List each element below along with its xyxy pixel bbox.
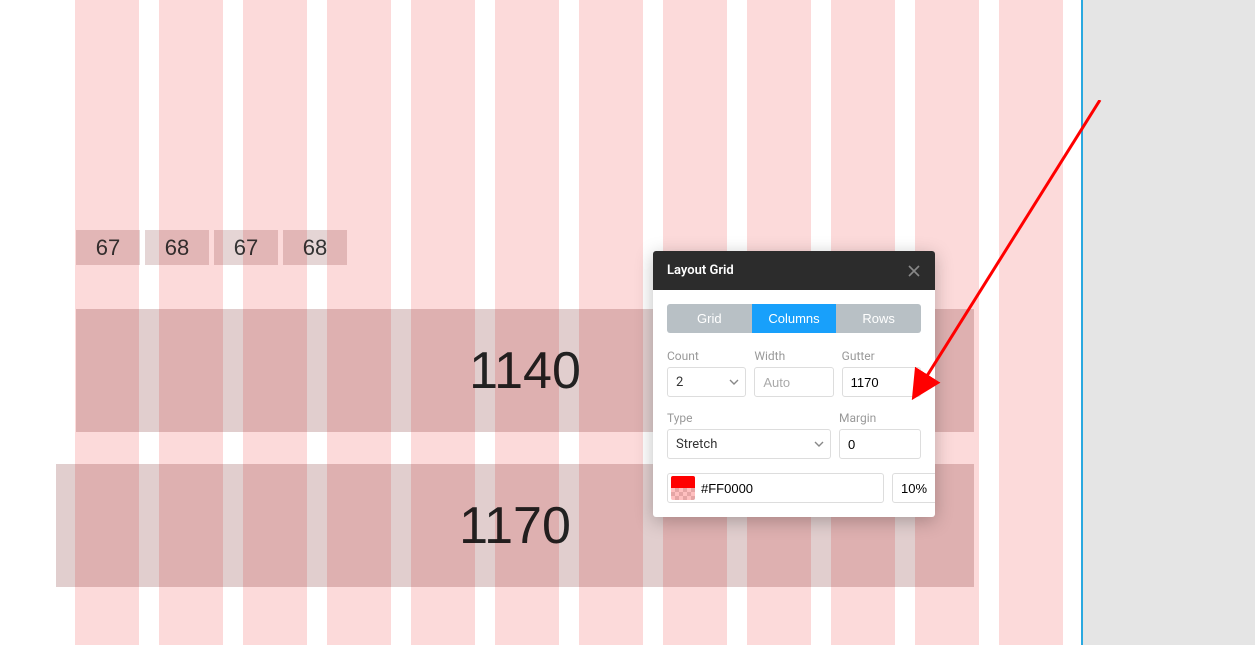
width-input[interactable] bbox=[755, 368, 832, 396]
tab-grid[interactable]: Grid bbox=[667, 304, 752, 333]
layout-grid-panel: Layout Grid Grid Columns Rows Count 2 Wi… bbox=[653, 251, 935, 517]
width-input-wrap bbox=[754, 367, 833, 397]
type-label: Type bbox=[667, 411, 831, 425]
gutter-input-wrap bbox=[842, 367, 921, 397]
count-dropdown[interactable]: 2 bbox=[667, 367, 746, 397]
margin-input[interactable] bbox=[840, 430, 920, 458]
width-label: Width bbox=[754, 349, 833, 363]
chevron-down-icon bbox=[814, 439, 824, 449]
grid-column bbox=[999, 0, 1063, 645]
color-hex-input[interactable] bbox=[695, 481, 883, 496]
panel-title: Layout Grid bbox=[667, 263, 734, 278]
measurement-box: 68 bbox=[145, 230, 209, 265]
margin-label: Margin bbox=[839, 411, 921, 425]
margin-input-wrap bbox=[839, 429, 921, 459]
tab-columns[interactable]: Columns bbox=[752, 304, 837, 333]
type-value: Stretch bbox=[676, 437, 717, 452]
measurement-box: 67 bbox=[214, 230, 278, 265]
count-label: Count bbox=[667, 349, 746, 363]
opacity-input[interactable] bbox=[892, 473, 935, 503]
measurement-box: 68 bbox=[283, 230, 347, 265]
close-icon[interactable] bbox=[907, 264, 921, 278]
grid-type-tabs: Grid Columns Rows bbox=[667, 304, 921, 333]
measurement-box: 67 bbox=[76, 230, 140, 265]
gutter-input[interactable] bbox=[843, 368, 920, 396]
measurement-label: 1140 bbox=[469, 341, 581, 401]
type-dropdown[interactable]: Stretch bbox=[667, 429, 831, 459]
grid-color-control bbox=[667, 473, 884, 503]
color-swatch[interactable] bbox=[671, 476, 695, 500]
chevron-down-icon bbox=[729, 377, 739, 387]
measurement-label: 1170 bbox=[459, 496, 571, 556]
count-value: 2 bbox=[676, 375, 683, 390]
gutter-label: Gutter bbox=[842, 349, 921, 363]
panel-header[interactable]: Layout Grid bbox=[653, 251, 935, 290]
measurement-boxes-row: 67686768 bbox=[76, 230, 347, 265]
tab-rows[interactable]: Rows bbox=[836, 304, 921, 333]
